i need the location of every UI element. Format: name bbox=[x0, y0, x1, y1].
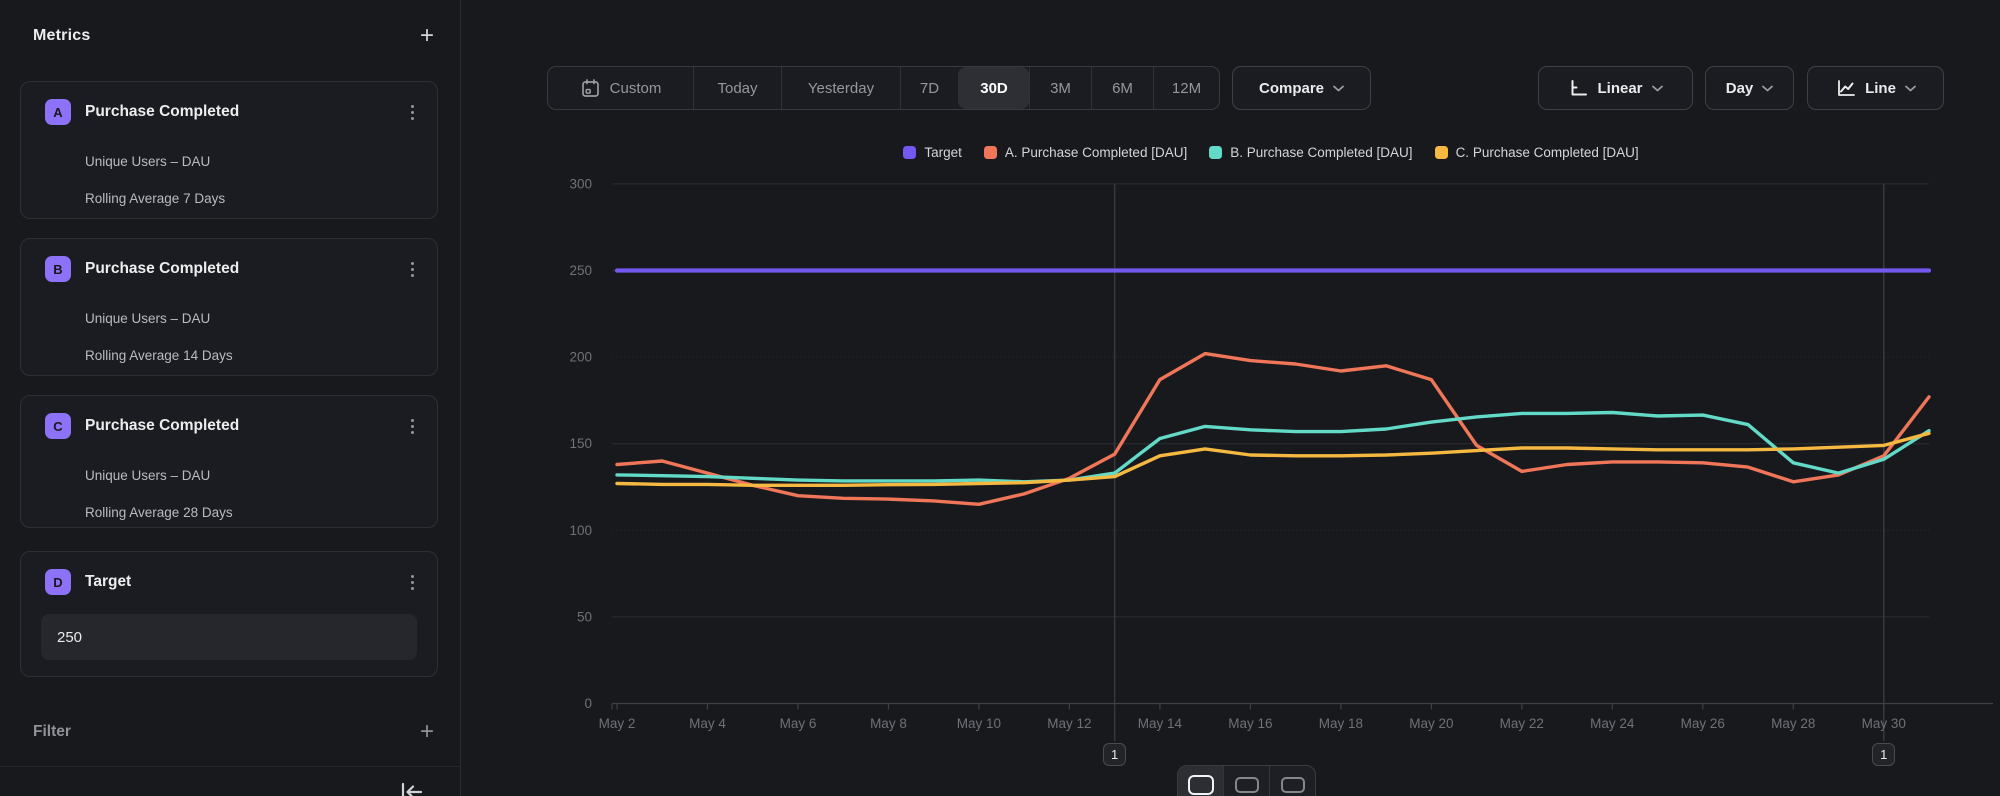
annotation-badge[interactable]: 1 bbox=[1872, 743, 1895, 766]
series-line-c[interactable] bbox=[617, 433, 1929, 485]
y-axis-label: 200 bbox=[569, 350, 592, 365]
x-axis-label: May 26 bbox=[1681, 716, 1725, 731]
x-axis-label: May 6 bbox=[780, 716, 817, 731]
x-axis-label: May 28 bbox=[1771, 716, 1815, 731]
x-axis-label: May 20 bbox=[1409, 716, 1453, 731]
x-axis-label: May 8 bbox=[870, 716, 907, 731]
series-line-b[interactable] bbox=[617, 413, 1929, 482]
x-axis-label: May 14 bbox=[1138, 716, 1183, 731]
x-axis-label: May 16 bbox=[1228, 716, 1272, 731]
x-axis-label: May 30 bbox=[1862, 716, 1906, 731]
annotation-badge[interactable]: 1 bbox=[1103, 743, 1126, 766]
x-axis-label: May 2 bbox=[599, 716, 636, 731]
y-axis-label: 150 bbox=[569, 436, 592, 451]
view-toggle-small-button[interactable] bbox=[1269, 766, 1315, 796]
y-axis-label: 100 bbox=[569, 523, 592, 538]
y-axis-label: 0 bbox=[584, 696, 592, 711]
x-axis-label: May 10 bbox=[957, 716, 1001, 731]
y-axis-label: 300 bbox=[569, 176, 592, 191]
x-axis-label: May 18 bbox=[1319, 716, 1363, 731]
x-axis-label: May 22 bbox=[1500, 716, 1544, 731]
panel-small-icon bbox=[1281, 777, 1305, 793]
panel-large-icon bbox=[1188, 775, 1214, 795]
app-root: Metrics + APurchase CompletedUnique User… bbox=[0, 0, 2000, 796]
y-axis-label: 50 bbox=[577, 609, 592, 624]
x-axis-label: May 24 bbox=[1590, 716, 1635, 731]
panel-medium-icon bbox=[1235, 777, 1259, 793]
x-axis-label: May 4 bbox=[689, 716, 726, 731]
view-toggle-large-button[interactable] bbox=[1178, 766, 1223, 796]
y-axis-label: 250 bbox=[569, 263, 592, 278]
view-toggle-medium-button[interactable] bbox=[1223, 766, 1269, 796]
chart-view-toggle bbox=[1177, 765, 1316, 796]
x-axis-label: May 12 bbox=[1047, 716, 1091, 731]
chart-canvas[interactable]: 0 50 100 150 200 250 300 May 2 May 4 May 6 May 8 Ma… bbox=[0, 0, 2000, 796]
